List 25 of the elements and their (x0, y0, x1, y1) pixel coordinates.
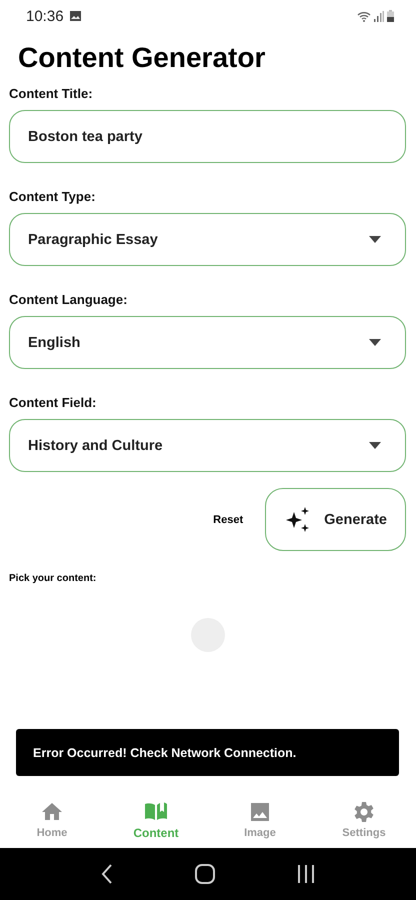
settings-icon (352, 800, 376, 824)
battery-icon (387, 10, 394, 22)
back-icon[interactable] (101, 864, 113, 884)
page-title: Content Generator (18, 42, 266, 74)
field-label: Content Title: (9, 86, 94, 101)
generate-button[interactable]: Generate (265, 488, 406, 551)
caret-icon (369, 236, 381, 243)
dropdown-field[interactable]: English (9, 316, 406, 369)
input-field[interactable]: Boston tea party (9, 110, 406, 163)
field-label: Content Language: (9, 292, 128, 307)
dropdown-field[interactable]: Paragraphic Essay (9, 213, 406, 266)
field-label: Content Field: (9, 395, 98, 410)
caret-icon (369, 442, 381, 449)
field-label: Content Type: (9, 189, 96, 204)
home-button-icon[interactable] (195, 864, 215, 884)
wifi-icon (357, 10, 371, 22)
status-time: 10:36 (26, 8, 64, 24)
section-label: Pick your content: (9, 573, 98, 584)
recents-icon[interactable] (297, 865, 315, 883)
signal-icon (374, 10, 384, 22)
error-snackbar: Error Occurred! Check Network Connection. (16, 729, 399, 776)
reset-button[interactable]: Reset (211, 510, 246, 530)
image-icon (70, 11, 81, 21)
dropdown-field[interactable]: History and Culture (9, 419, 406, 472)
caret-icon (369, 339, 381, 346)
